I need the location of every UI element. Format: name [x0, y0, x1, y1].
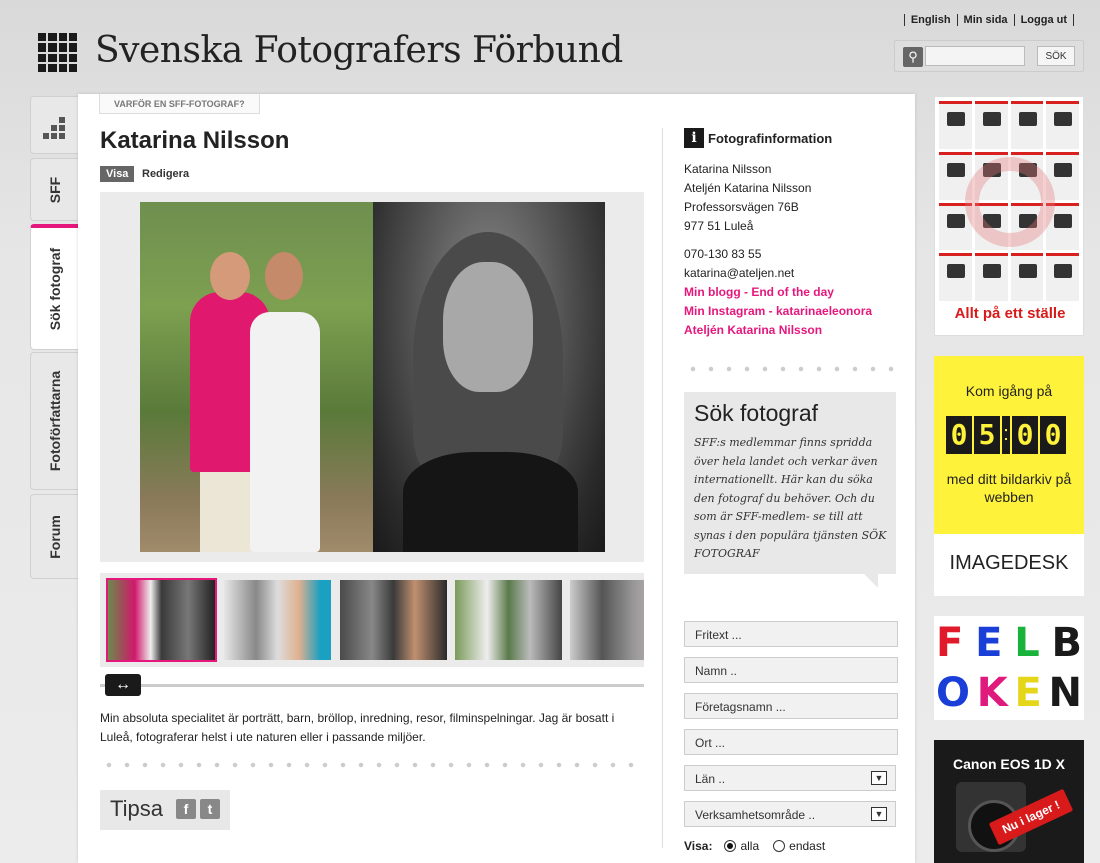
english-link[interactable]: English	[903, 14, 957, 26]
visa-filter: Visa: alla endast	[684, 839, 825, 853]
foretagsnamn-field[interactable]: Företagsnamn ...	[684, 693, 898, 719]
tab-sff[interactable]: SFF	[30, 158, 78, 221]
info-name: Katarina Nilsson	[684, 162, 772, 176]
divider	[684, 366, 896, 372]
fritext-field[interactable]: Fritext ...	[684, 621, 898, 647]
tab-forum[interactable]: Forum	[30, 494, 78, 579]
tipsa-label: Tipsa	[110, 796, 163, 821]
ad-letter: E	[975, 620, 1003, 666]
tab-sok-fotograf-label: Sök fotograf	[46, 247, 63, 330]
thumbnail[interactable]	[224, 580, 331, 660]
visa-tab[interactable]: Visa	[100, 166, 135, 182]
ad-imagedesk-text: med ditt bildarkiv på webben	[946, 471, 1072, 505]
min-sida-link[interactable]: Min sida	[956, 14, 1014, 26]
info-email[interactable]: katarina@ateljen.net	[684, 264, 872, 283]
thumbnail-strip	[100, 573, 644, 667]
tab-fotoforfattarna[interactable]: Fotoförfattarna	[30, 352, 78, 490]
ort-field[interactable]: Ort ...	[684, 729, 898, 755]
visa-label: Visa:	[684, 839, 713, 853]
ad-letter: N	[1048, 670, 1082, 716]
ad-felboken-row2: O K E N	[934, 670, 1084, 716]
ad-imagedesk-brand: IMAGEDESK	[949, 552, 1069, 574]
divider	[100, 762, 644, 768]
scroll-handle-icon[interactable]: ↔	[105, 674, 141, 696]
info-city: 977 51 Luleå	[684, 219, 754, 233]
ad-canon[interactable]: Canon EOS 1D X Nu i lager !	[934, 740, 1084, 863]
lan-select-value: Län ..	[695, 772, 726, 786]
instagram-link[interactable]: Min Instagram - katarinaeleonora	[684, 302, 872, 321]
sok-fotograf-text: SFF:s medlemmar finns spridda över hela …	[694, 436, 887, 560]
site-search: ⚲ SÖK	[894, 40, 1084, 72]
ad-letter: L	[1014, 620, 1040, 666]
ad-felboken[interactable]: F E L B O K E N	[934, 616, 1084, 720]
ad-canon-title: Canon EOS 1D X	[952, 756, 1066, 772]
profile-description: Min absoluta specialitet är porträtt, ba…	[100, 711, 615, 744]
top-navigation: English Min sida Logga ut	[903, 14, 1074, 26]
ad-imagedesk[interactable]: Kom igång på 0 5 : 0 0 med ditt bildarki…	[934, 356, 1084, 596]
search-input[interactable]	[925, 46, 1025, 66]
ad-letter: O	[936, 670, 971, 716]
radio-endast-label: endast	[789, 839, 826, 853]
main-photo[interactable]	[100, 192, 644, 562]
clock-digit: 0	[1040, 416, 1066, 454]
info-street: Professorsvägen 76B	[684, 200, 799, 214]
portrait-photo	[373, 202, 605, 552]
info-title: Fotografinformation	[708, 131, 833, 146]
ad-felboken-row1: F E L B	[934, 620, 1084, 666]
search-icon: ⚲	[903, 47, 923, 67]
redigera-tab[interactable]: Redigera	[142, 168, 189, 180]
blog-link[interactable]: Min blogg - End of the day	[684, 283, 872, 302]
ad-imagedesk-top: Kom igång på	[965, 383, 1053, 399]
tab-forum-label: Forum	[46, 514, 63, 559]
ad-letter: B	[1051, 620, 1083, 666]
studio-link[interactable]: Ateljén Katarina Nilsson	[684, 321, 872, 340]
tab-home[interactable]	[30, 96, 78, 154]
ad-clock: 0 5 : 0 0	[946, 416, 1066, 454]
ad-caption: Allt på ett ställe	[954, 305, 1066, 322]
facebook-icon[interactable]: f	[176, 799, 196, 819]
chevron-down-icon[interactable]: ▼	[871, 771, 887, 785]
ad-letter: F	[936, 620, 964, 666]
radio-alla[interactable]	[724, 840, 737, 852]
clock-digit: 0	[1012, 416, 1038, 454]
search-button[interactable]: SÖK	[1037, 46, 1075, 66]
info-icon: i	[684, 128, 704, 148]
radio-alla-label: alla	[740, 839, 760, 853]
clock-digit: 5	[974, 416, 1000, 454]
main-panel: VARFÖR EN SFF-FOTOGRAF? Katarina Nilsson…	[78, 94, 915, 863]
verksamhet-select-value: Verksamhetsområde ..	[695, 808, 816, 822]
tab-sff-label: SFF	[46, 176, 63, 203]
sok-fotograf-title: Sök fotograf	[694, 400, 819, 426]
logo-dots-icon	[43, 117, 65, 139]
ad-camera-store[interactable]: Allt på ett ställe	[934, 96, 1084, 336]
thumbnail[interactable]	[455, 580, 562, 660]
logo-grid-icon[interactable]	[38, 33, 77, 72]
lan-select[interactable]: Län .. ▼	[684, 765, 896, 791]
tab-sok-fotograf[interactable]: Sök fotograf	[30, 224, 78, 350]
chevron-down-icon[interactable]: ▼	[871, 807, 887, 821]
thumbnail-scrollbar[interactable]	[100, 684, 644, 687]
clock-digit: 0	[946, 416, 972, 454]
ad-letter: E	[1014, 670, 1042, 716]
verksamhetsomrade-select[interactable]: Verksamhetsområde .. ▼	[684, 801, 896, 827]
thumbnail[interactable]	[570, 580, 644, 660]
wedding-photo	[140, 202, 373, 552]
column-divider	[662, 128, 663, 848]
info-phone: 070-130 83 55	[684, 247, 762, 261]
tipsa-box: Tipsa f t	[100, 790, 230, 830]
page-title: Katarina Nilsson	[100, 127, 290, 154]
photographer-info: Katarina Nilsson Ateljén Katarina Nilsso…	[684, 160, 872, 340]
twitter-icon[interactable]: t	[200, 799, 220, 819]
ad-letter: K	[976, 670, 1008, 716]
namn-field[interactable]: Namn ..	[684, 657, 898, 683]
radio-endast[interactable]	[773, 840, 786, 852]
sok-fotograf-box: Sök fotograf SFF:s medlemmar finns sprid…	[684, 392, 896, 588]
logga-ut-link[interactable]: Logga ut	[1013, 14, 1074, 26]
site-title[interactable]: Svenska Fotografers Förbund	[95, 30, 623, 71]
thumbnail[interactable]	[106, 578, 217, 662]
info-company: Ateljén Katarina Nilsson	[684, 181, 812, 195]
tab-fotoforfattarna-label: Fotoförfattarna	[46, 370, 63, 472]
thumbnail[interactable]	[340, 580, 447, 660]
breadcrumb[interactable]: VARFÖR EN SFF-FOTOGRAF?	[99, 94, 260, 114]
